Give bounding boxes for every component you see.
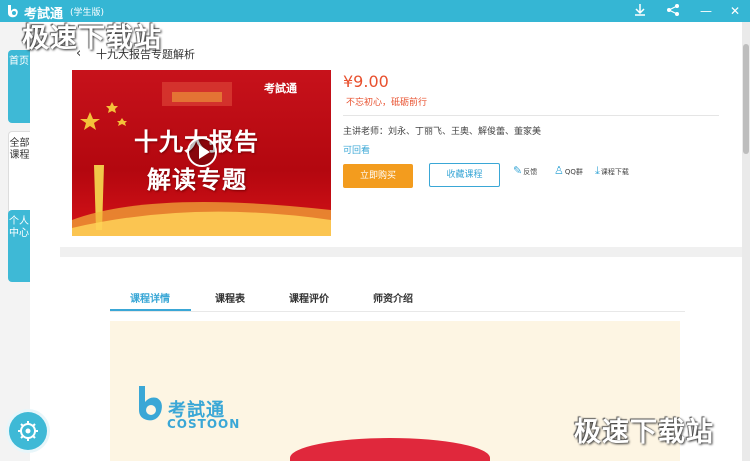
replay-badge: 可回看 — [343, 146, 371, 156]
sidebar-item-home[interactable]: 首页 — [8, 50, 30, 123]
tab-reviews[interactable]: 课程评价 — [289, 290, 329, 305]
share-icon[interactable] — [665, 3, 681, 19]
qq-group-button[interactable]: ♙QQ群 — [554, 164, 583, 177]
download-icon: ⤓ — [595, 164, 600, 177]
course-cover[interactable]: 考試通 十九大报告 解读专题 — [72, 70, 331, 236]
watermark-bottom-right: 极速下载站 — [574, 417, 714, 448]
course-download-button[interactable]: ⤓课程下载 — [595, 164, 629, 178]
divider — [343, 115, 719, 116]
main-panel: ‹ 十九大报告专题解析 考試通 十九大报告 解读专题 ¥9.00 不忘初心，砥砺… — [30, 22, 742, 461]
gear-icon — [18, 421, 38, 441]
course-download-label: 课程下载 — [600, 168, 629, 176]
tab-course-details[interactable]: 课程详情 — [130, 290, 170, 305]
cover-brand: 考試通 — [264, 82, 297, 95]
favorite-course-button[interactable]: 收藏课程 — [429, 163, 500, 187]
feedback-label: 反馈 — [523, 168, 538, 176]
costoon-logo-icon — [139, 386, 162, 421]
pencil-icon: ✎ — [513, 164, 523, 177]
download-icon[interactable] — [632, 3, 648, 19]
close-button[interactable]: ✕ — [727, 3, 743, 19]
app-logo-icon — [8, 5, 18, 18]
scrollbar-thumb[interactable] — [743, 44, 749, 154]
tabs-divider — [110, 311, 685, 312]
sidebar-item-personal-center[interactable]: 个人中心 — [8, 210, 30, 282]
qq-icon: ♙ — [554, 164, 564, 177]
decorative-shape — [290, 438, 490, 461]
buy-now-button[interactable]: 立即购买 — [343, 164, 413, 188]
qq-group-label: QQ群 — [564, 168, 583, 176]
course-slogan: 不忘初心，砥砺前行 — [346, 98, 428, 108]
costoon-brand-en: COSTOON — [167, 417, 241, 431]
watermark-top-left: 极速下载站 — [22, 23, 162, 54]
feedback-button[interactable]: ✎反馈 — [513, 164, 537, 177]
settings-button[interactable] — [9, 412, 47, 450]
minimize-button[interactable]: — — [698, 3, 714, 19]
sidebar: 首页 全部课程 个人中心 — [0, 22, 30, 461]
tab-teachers[interactable]: 师资介绍 — [373, 290, 413, 305]
play-icon[interactable] — [187, 137, 217, 167]
course-price: ¥9.00 — [343, 72, 389, 91]
tab-schedule[interactable]: 课程表 — [215, 290, 245, 305]
section-separator — [60, 247, 742, 257]
scrollbar[interactable] — [742, 22, 750, 461]
teacher-list: 主讲老师：刘永、丁丽飞、王奥、解俊蕾、董家美 — [343, 127, 542, 137]
